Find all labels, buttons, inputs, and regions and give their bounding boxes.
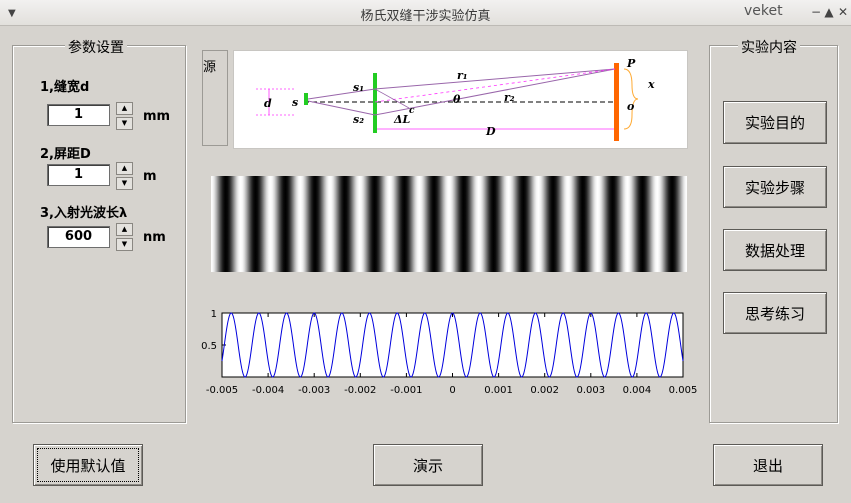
data-processing-button[interactable]: 数据处理	[723, 229, 827, 271]
use-default-button[interactable]: 使用默认值	[33, 444, 143, 486]
spin-down-icon[interactable]: ▼	[116, 177, 133, 190]
label-d: d	[264, 97, 272, 110]
x-tick-label: -0.003	[298, 385, 330, 396]
x-tick-label: -0.001	[390, 385, 422, 396]
exercises-button[interactable]: 思考练习	[723, 292, 827, 334]
app-name: veket	[744, 3, 783, 19]
y-tick-label: 0.5	[201, 341, 217, 352]
ray-r1	[374, 68, 616, 90]
x-tick-label: -0.002	[344, 385, 376, 396]
spin-up-icon[interactable]: ▲	[116, 223, 133, 236]
wavelength-unit: nm	[143, 230, 166, 245]
spin-up-icon[interactable]: ▲	[116, 102, 133, 115]
slit-width-input[interactable]: 1	[47, 104, 110, 126]
label-x: x	[647, 78, 655, 91]
spin-up-icon[interactable]: ▲	[116, 162, 133, 175]
experiment-group-title: 实验内容	[738, 37, 800, 57]
slit-width-unit: mm	[143, 109, 171, 124]
label-theta: θ	[453, 93, 461, 106]
params-group-title: 参数设置	[65, 37, 127, 57]
interference-fringes	[211, 176, 687, 272]
x-tick-label: 0.001	[484, 385, 513, 396]
ray-s-s2	[307, 100, 376, 116]
title-bar: ▼ 杨氏双缝干涉实验仿真 veket − ▲ ✕	[0, 0, 851, 26]
wavelength-spinner[interactable]: ▲ ▼	[116, 223, 133, 251]
source-slit	[304, 93, 308, 105]
x-tick-label: 0.003	[576, 385, 605, 396]
x-tick-label: 0.002	[530, 385, 559, 396]
plot-area	[221, 312, 684, 378]
label-delta-l: ΔL	[393, 113, 411, 126]
y-tick-label: 1	[211, 309, 217, 320]
wavelength-label: 3,入射光波长λ	[40, 206, 128, 221]
label-P: P	[626, 57, 636, 70]
objective-button[interactable]: 实验目的	[723, 101, 827, 144]
steps-button[interactable]: 实验步骤	[723, 166, 827, 208]
screen-distance-unit: m	[143, 169, 157, 184]
minimize-icon[interactable]: −	[809, 5, 823, 19]
screen-distance-input[interactable]: 1	[47, 164, 110, 186]
source-label-box: 源	[202, 50, 228, 146]
label-s: s	[292, 96, 298, 109]
demo-button[interactable]: 演示	[373, 444, 483, 486]
schematic-diagram: s d s₁ s₂ θ r₁ r₂ c ΔL D P o x	[233, 50, 688, 149]
label-r1: r₁	[457, 69, 468, 82]
label-D: D	[485, 125, 496, 138]
label-s1: s₁	[353, 81, 364, 94]
label-s2: s₂	[353, 113, 364, 126]
intensity-plot: -0.005 -0.004 -0.003 -0.002 -0.001 0 0.001 0.00…	[200, 305, 700, 400]
source-label: 源	[203, 60, 217, 75]
slit-width-label: 1,缝宽d	[40, 80, 90, 95]
x-tick-label: -0.004	[252, 385, 284, 396]
spin-down-icon[interactable]: ▼	[116, 238, 133, 251]
window-title: 杨氏双缝干涉实验仿真	[360, 9, 491, 24]
fringe-band	[211, 176, 687, 272]
double-slit	[373, 73, 377, 133]
label-o: o	[627, 100, 634, 113]
screen-distance-label: 2,屏距D	[40, 147, 91, 162]
fringe-pattern	[211, 176, 687, 272]
label-r2: r₂	[504, 91, 515, 104]
x-tick-label: 0.005	[669, 385, 698, 396]
x-tick-label: 0.004	[623, 385, 652, 396]
intensity-chart: -0.005 -0.004 -0.003 -0.002 -0.001 0 0.001 0.00…	[201, 309, 698, 396]
exit-button[interactable]: 退出	[713, 444, 823, 486]
screen-distance-spinner[interactable]: ▲ ▼	[116, 162, 133, 190]
screen	[614, 63, 619, 141]
wavelength-input[interactable]: 600	[47, 226, 110, 248]
x-tick-label: -0.005	[206, 385, 238, 396]
spin-down-icon[interactable]: ▼	[116, 117, 133, 130]
x-brace	[623, 68, 639, 130]
maximize-icon[interactable]: ▲	[822, 5, 836, 19]
x-tick-label: 0	[449, 385, 455, 396]
ray-s-s1	[307, 88, 376, 100]
close-icon[interactable]: ✕	[836, 5, 850, 19]
slit-width-spinner[interactable]: ▲ ▼	[116, 102, 133, 130]
path-difference-line	[374, 88, 410, 109]
double-slit-schematic: s d s₁ s₂ θ r₁ r₂ c ΔL D P o x	[256, 57, 655, 141]
